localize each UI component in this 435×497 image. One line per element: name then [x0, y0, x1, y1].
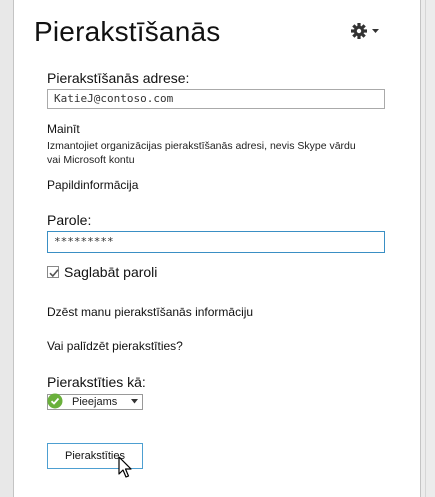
signin-address-input[interactable]: KatieJ@contoso.com	[47, 89, 385, 109]
dropdown-arrow-icon	[131, 399, 138, 404]
signin-address-label: Pierakstīšanās adrese:	[47, 70, 190, 86]
save-password-checkbox[interactable]	[47, 266, 59, 278]
more-info-link[interactable]: Papildinformācija	[47, 178, 138, 192]
mouse-pointer-icon	[118, 456, 132, 478]
password-label: Parole:	[47, 212, 92, 228]
caret-down-icon	[372, 29, 379, 33]
change-link[interactable]: Mainīt	[47, 122, 80, 136]
window-right-edge	[420, 0, 435, 497]
page-title: Pierakstīšanās	[34, 16, 221, 47]
window-left-edge	[0, 0, 14, 497]
signin-as-label: Pierakstīties kā:	[47, 374, 146, 390]
settings-menu-button[interactable]	[351, 22, 381, 40]
checkmark-icon	[49, 269, 59, 278]
presence-select[interactable]: Pieejams	[47, 393, 143, 410]
signin-help-link[interactable]: Vai palīdzēt pierakstīties?	[47, 339, 183, 353]
available-status-icon	[47, 393, 63, 409]
help-text-line1: Izmantojiet organizācijas pierakstīšanās…	[47, 140, 356, 152]
delete-signin-info-link[interactable]: Dzēst manu pierakstīšanās informāciju	[47, 305, 253, 319]
save-password-label: Saglabāt paroli	[64, 264, 158, 280]
password-input[interactable]: *********	[47, 231, 385, 253]
help-text-line2: vai Microsoft kontu	[47, 154, 135, 166]
gear-icon	[351, 23, 379, 39]
presence-selected-value: Pieejams	[72, 396, 118, 408]
